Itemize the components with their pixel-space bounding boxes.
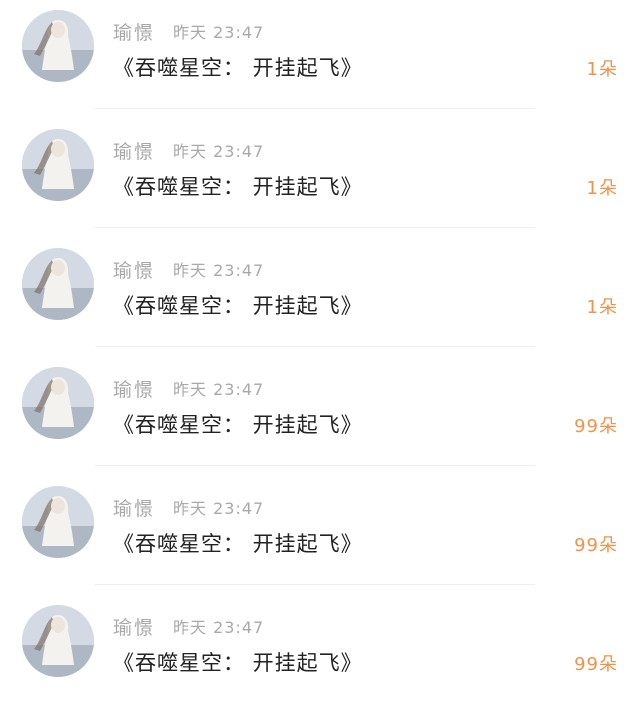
avatar-image [22, 486, 94, 558]
list-item[interactable]: 瑜憬 昨天 23:47 《吞噬星空： 开挂起飞》 99朵 [0, 595, 640, 714]
username: 瑜憬 [113, 378, 156, 401]
list-item[interactable]: 瑜憬 昨天 23:47 《吞噬星空： 开挂起飞》 1朵 [0, 0, 640, 119]
username: 瑜憬 [113, 497, 156, 520]
username: 瑜憬 [113, 616, 156, 639]
message-meta: 瑜憬 昨天 23:47 [113, 496, 265, 520]
flower-count: 1朵 [586, 297, 618, 318]
flower-count: 99朵 [574, 416, 618, 437]
avatar[interactable] [22, 486, 94, 558]
message-meta: 瑜憬 昨天 23:47 [113, 258, 265, 282]
avatar[interactable] [22, 367, 94, 439]
avatar[interactable] [22, 248, 94, 320]
avatar-image [22, 129, 94, 201]
book-title: 《吞噬星空： 开挂起飞》 [113, 651, 363, 675]
username: 瑜憬 [113, 140, 156, 163]
message-meta: 瑜憬 昨天 23:47 [113, 377, 265, 401]
divider [95, 108, 535, 109]
timestamp: 昨天 23:47 [173, 142, 265, 161]
timestamp: 昨天 23:47 [173, 23, 265, 42]
list-item[interactable]: 瑜憬 昨天 23:47 《吞噬星空： 开挂起飞》 1朵 [0, 119, 640, 238]
book-title: 《吞噬星空： 开挂起飞》 [113, 294, 363, 318]
book-title: 《吞噬星空： 开挂起飞》 [113, 56, 363, 80]
flower-count: 99朵 [574, 654, 618, 675]
timestamp: 昨天 23:47 [173, 380, 265, 399]
divider [95, 346, 535, 347]
message-list: 瑜憬 昨天 23:47 《吞噬星空： 开挂起飞》 1朵 瑜憬 昨天 23:47 … [0, 0, 640, 699]
book-title: 《吞噬星空： 开挂起飞》 [113, 175, 363, 199]
list-item[interactable]: 瑜憬 昨天 23:47 《吞噬星空： 开挂起飞》 99朵 [0, 357, 640, 476]
divider [95, 465, 535, 466]
avatar-image [22, 367, 94, 439]
avatar-image [22, 248, 94, 320]
flower-count: 1朵 [586, 59, 618, 80]
book-title: 《吞噬星空： 开挂起飞》 [113, 413, 363, 437]
timestamp: 昨天 23:47 [173, 261, 265, 280]
message-meta: 瑜憬 昨天 23:47 [113, 139, 265, 163]
timestamp: 昨天 23:47 [173, 618, 265, 637]
list-item[interactable]: 瑜憬 昨天 23:47 《吞噬星空： 开挂起飞》 99朵 [0, 476, 640, 595]
avatar[interactable] [22, 10, 94, 82]
flower-count: 1朵 [586, 178, 618, 199]
avatar-image [22, 10, 94, 82]
avatar[interactable] [22, 129, 94, 201]
flower-count: 99朵 [574, 535, 618, 556]
message-meta: 瑜憬 昨天 23:47 [113, 615, 265, 639]
book-title: 《吞噬星空： 开挂起飞》 [113, 532, 363, 556]
message-meta: 瑜憬 昨天 23:47 [113, 20, 265, 44]
avatar[interactable] [22, 605, 94, 677]
avatar-image [22, 605, 94, 677]
username: 瑜憬 [113, 259, 156, 282]
timestamp: 昨天 23:47 [173, 499, 265, 518]
list-item[interactable]: 瑜憬 昨天 23:47 《吞噬星空： 开挂起飞》 1朵 [0, 238, 640, 357]
divider [95, 584, 535, 585]
divider [95, 227, 535, 228]
username: 瑜憬 [113, 21, 156, 44]
